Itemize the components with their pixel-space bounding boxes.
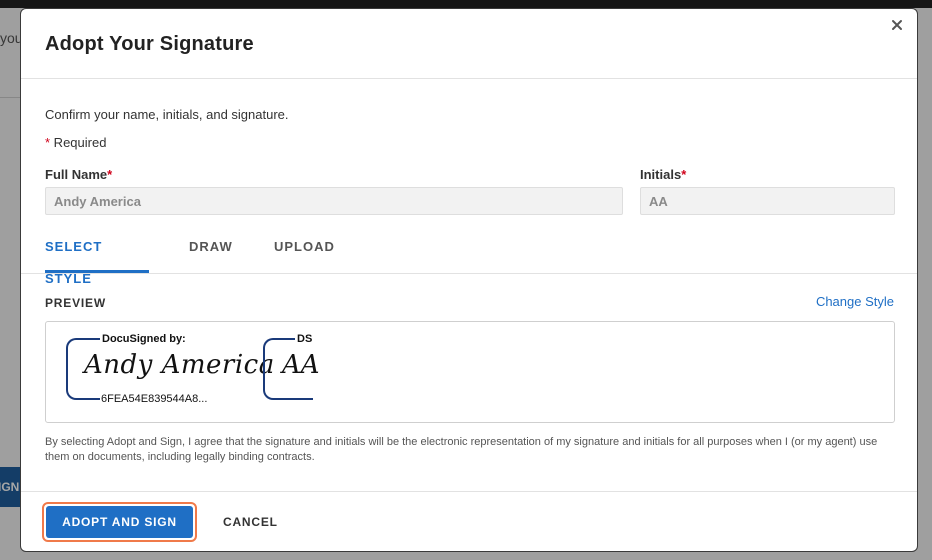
dialog-title: Adopt Your Signature <box>45 33 254 55</box>
initials-text: AA <box>282 350 320 380</box>
required-note: * Required <box>45 135 106 150</box>
initials-frame-bottom <box>285 398 313 400</box>
close-icon <box>892 20 902 30</box>
adopt-and-sign-button[interactable]: ADOPT AND SIGN <box>46 506 193 538</box>
initials-label: Initials* <box>640 167 686 182</box>
signature-frame-top <box>88 338 100 340</box>
dialog-footer: ADOPT AND SIGN CANCEL <box>21 491 917 551</box>
cancel-button[interactable]: CANCEL <box>213 506 288 538</box>
signature-header: DocuSigned by: <box>100 333 188 345</box>
signature-preview: DocuSigned by: Andy America 6FEA54E83954… <box>45 321 895 423</box>
initials-label-text: Initials <box>640 167 682 182</box>
tab-draw[interactable]: DRAW <box>189 231 233 271</box>
required-label: Required <box>50 135 107 150</box>
full-name-label: Full Name* <box>45 167 112 182</box>
tab-upload[interactable]: UPLOAD <box>274 231 335 271</box>
dialog-header: Adopt Your Signature <box>21 9 917 79</box>
initials-required-star: * <box>681 167 687 182</box>
full-name-required-star: * <box>107 167 113 182</box>
preview-label: PREVIEW <box>45 296 106 310</box>
signature-text: Andy America <box>84 350 275 380</box>
signature-tabs: SELECT STYLE DRAW UPLOAD <box>21 231 917 286</box>
tab-select-style[interactable]: SELECT STYLE <box>45 231 149 286</box>
intro-text: Confirm your name, initials, and signatu… <box>45 107 289 122</box>
adopt-signature-dialog: Adopt Your Signature Confirm your name, … <box>20 8 918 552</box>
change-style-link[interactable]: Change Style <box>816 294 894 309</box>
full-name-field[interactable] <box>45 187 623 215</box>
signature-id: 6FEA54E839544A8... <box>100 393 209 405</box>
signature-frame-bottom <box>88 398 100 400</box>
close-button[interactable] <box>887 15 907 35</box>
initials-header: DS <box>295 333 315 345</box>
legal-disclaimer: By selecting Adopt and Sign, I agree tha… <box>45 436 878 463</box>
full-name-label-text: Full Name <box>45 167 108 182</box>
initials-field[interactable] <box>640 187 895 215</box>
